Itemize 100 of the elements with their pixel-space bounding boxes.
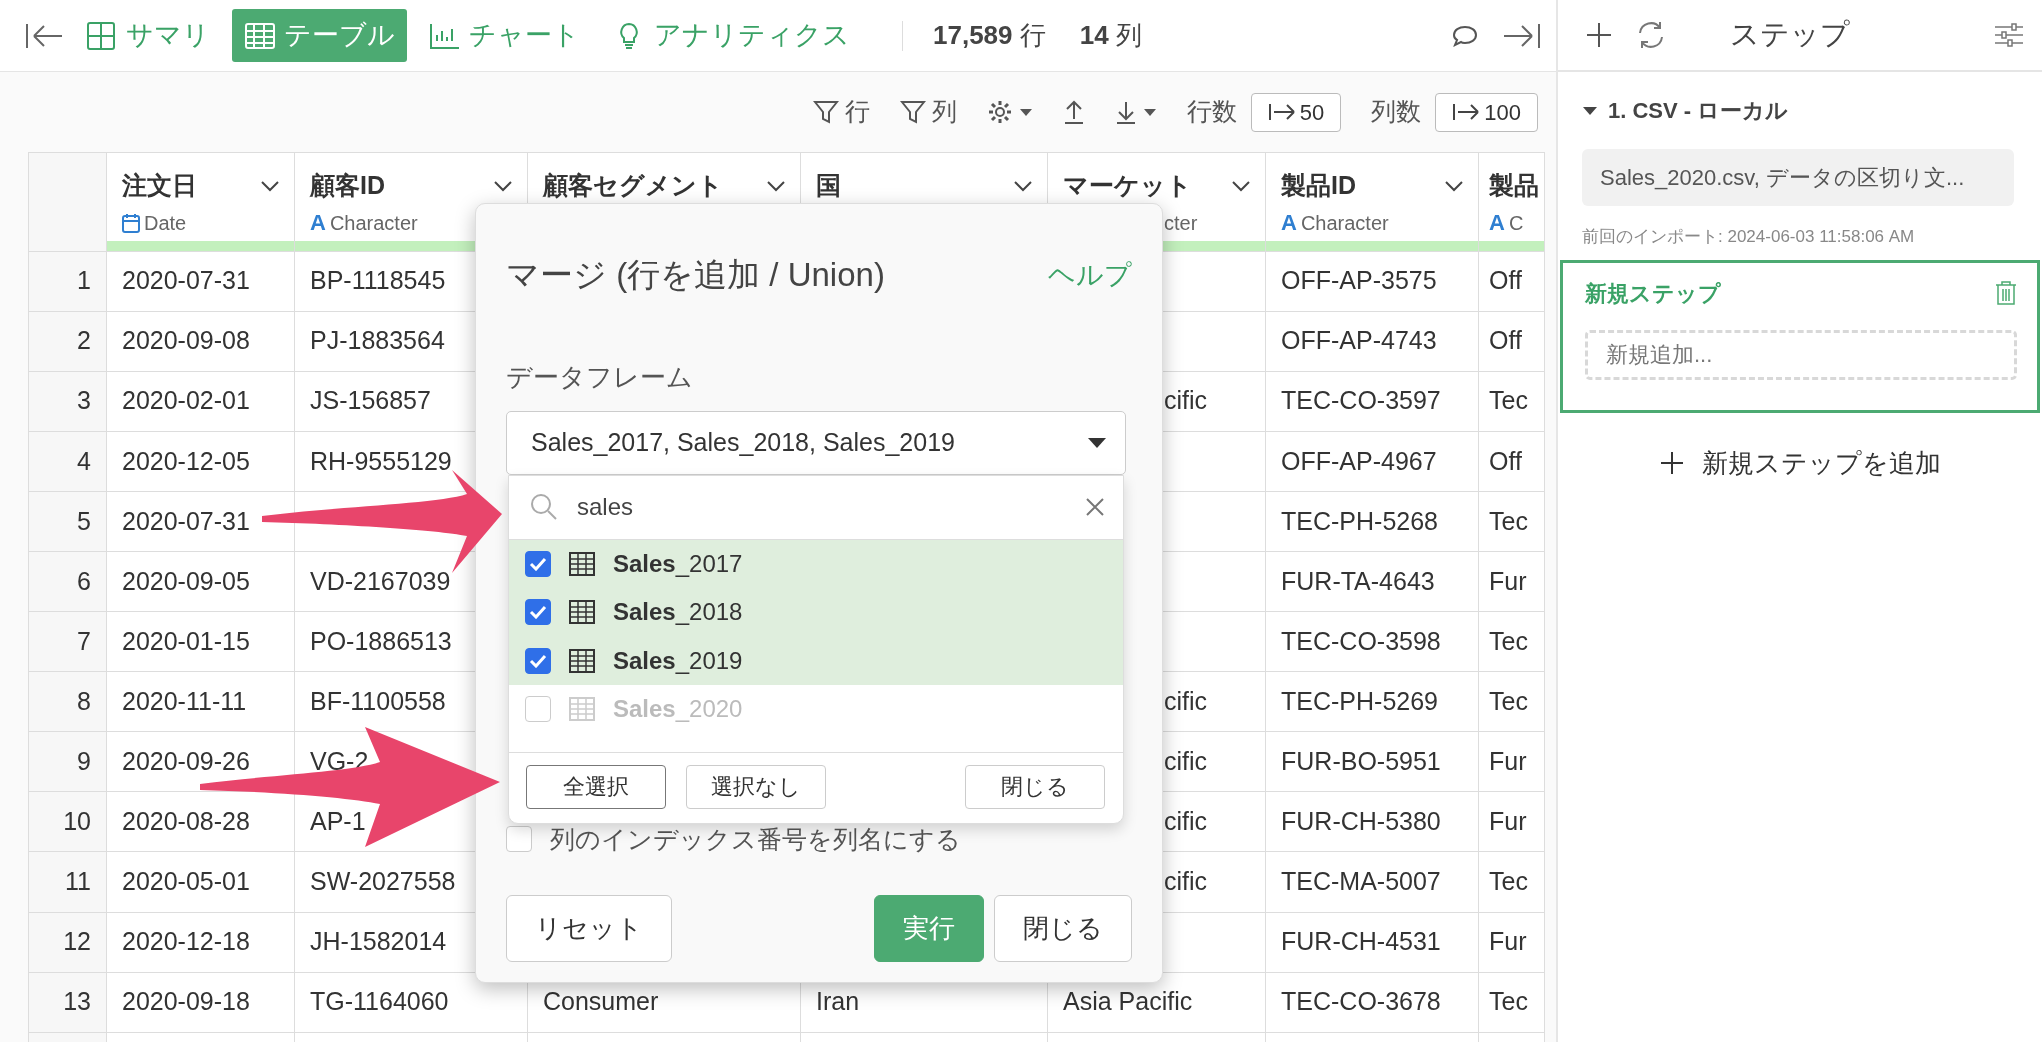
chevron-down-icon[interactable] [493,179,513,192]
plus-icon[interactable] [1586,22,1612,48]
search-field[interactable]: sales [575,488,1069,526]
step-summary[interactable]: Sales_2020.csv, データの区切り文... [1582,149,2014,206]
column-filter-button[interactable]: 列 [899,93,957,131]
dataframe-option[interactable]: Sales_2019 [509,636,1123,685]
checkmark-icon [529,556,547,571]
caret-icon [1018,107,1033,117]
checkmark-icon [529,605,547,620]
reset-button[interactable]: リセット [506,895,672,962]
checkbox[interactable] [525,647,551,674]
table-cell: 2020-09-05 [106,551,295,612]
dataframe-select[interactable]: Sales_2017, Sales_2018, Sales_2019 [506,410,1126,475]
table-cell: TEC-CO-3598 [1265,611,1479,672]
chevron-down-icon[interactable] [1231,179,1251,192]
column-type: cter [1164,210,1198,236]
table-cell: TEC-CO-3678 [1265,972,1479,1033]
chevron-down-icon[interactable] [1444,179,1464,192]
close-button[interactable]: 閉じる [965,764,1105,809]
upload-icon[interactable] [1062,99,1085,125]
row-number: 1 [28,251,107,312]
table-cell: FUR-CH-5380 [1265,791,1479,852]
column-limit-button[interactable]: 100 [1435,92,1538,132]
chevron-down-icon[interactable] [260,179,280,192]
row-number: 11 [28,851,107,913]
table-cell: Fur [1478,731,1545,792]
download-icon [1114,99,1137,125]
row-number: 5 [28,491,107,552]
table-cell: Tec [1478,851,1545,913]
table-cell: Tec [1478,671,1545,732]
add-step-button[interactable]: 新規ステップを追加 [1558,442,2042,484]
row-number: 8 [28,671,107,732]
column-header[interactable]: 製品 [1489,167,1539,205]
row-number: 9 [28,731,107,792]
column-type: Character [329,210,418,236]
type-glyph: A [310,209,326,237]
table-cell: Tec [1478,491,1545,552]
chevron-down-icon[interactable] [766,179,786,192]
row-number: 2 [28,311,107,372]
column-type: Date [144,210,187,236]
table-cell: OFF-AP-4967 [1265,431,1479,492]
calendar-icon [122,212,140,233]
select-all-button[interactable]: 全選択 [526,764,666,809]
chevron-down-icon[interactable] [1013,179,1033,192]
table-cell: FUR-TA-4643 [1265,551,1479,612]
filter-icon [812,99,839,125]
table-cell: Fur [1478,912,1545,973]
table-cell: 2020-09-18 [106,972,295,1033]
checkbox[interactable] [506,826,532,853]
dataframe-option[interactable]: Sales_2018 [509,588,1123,637]
table-cell: Tec [1478,972,1545,1033]
table-cell: Off [1478,251,1545,312]
row-count: 17,589 行 [933,19,1046,52]
triangle-icon[interactable] [1582,104,1598,117]
checkbox-label: 列のインデックス番号を列名にする [550,823,961,855]
table-cell: 2020-09-08 [106,311,295,372]
row-limit-button[interactable]: 50 [1250,92,1342,132]
jump-icon [1267,102,1296,122]
row-number: 6 [28,551,107,612]
table-cell: FUR-BO-5951 [1265,731,1479,792]
column-type: Character [1300,210,1389,236]
refresh-icon[interactable] [1636,20,1666,50]
table-cell: TEC-CO-3597 [1265,371,1479,432]
jump-icon [1452,102,1481,122]
checkbox[interactable] [525,599,551,626]
comment-icon[interactable] [1452,23,1478,48]
type-glyph: A [1281,209,1297,237]
table-cell: 2020-12-18 [106,912,295,973]
table-cell: 2020-12-05 [106,431,295,492]
select-none-button[interactable]: 選択なし [686,764,826,809]
download-button[interactable] [1114,99,1157,125]
settings-icon [986,99,1013,125]
column-header[interactable]: 顧客ID [310,167,385,205]
table-cell: TEC-MA-5007 [1265,851,1479,913]
step-group-title[interactable]: 1. CSV - ローカル [1608,94,1789,127]
column-type: C [1508,210,1524,236]
table-cell: Off [1478,311,1545,372]
row-number: 4 [28,431,107,492]
column-header[interactable]: マーケット [1063,167,1192,205]
table-cell: Fur [1478,551,1545,612]
step-input[interactable]: 新規追加... [1585,329,2017,380]
close-button[interactable]: 閉じる [994,895,1132,962]
row-number: 10 [28,791,107,852]
row-filter-button[interactable]: 行 [812,93,870,131]
column-header[interactable]: 注文日 [122,167,197,205]
dataframe-option[interactable]: Sales_2017 [509,539,1123,588]
last-import-text: 前回のインポート: 2024-06-03 11:58:06 AM [1581,226,1916,248]
table-cell: FUR-CH-4531 [1265,912,1479,973]
close-icon[interactable] [1085,497,1105,517]
sliders-icon[interactable] [1994,22,2024,48]
checkbox[interactable] [525,550,551,577]
column-count: 14 列 [1079,19,1142,52]
table-cell: 2020-11-11 [106,671,295,732]
column-header[interactable]: 国 [816,167,841,205]
settings-button[interactable] [986,99,1033,125]
column-header[interactable]: 製品ID [1281,167,1356,205]
caret-icon [1087,436,1107,449]
table-icon [244,20,276,51]
grid-icon [86,20,118,51]
caret-icon [1142,107,1157,117]
